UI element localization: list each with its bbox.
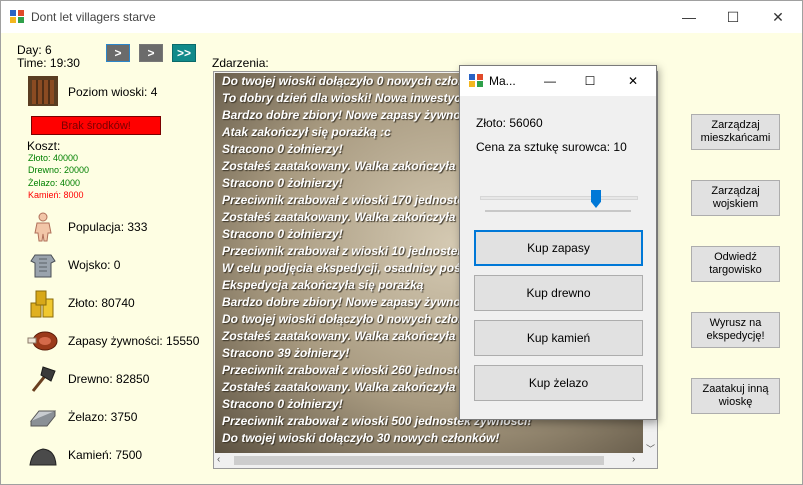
event-line: Ekspedycja zakończyła się porażką (222, 278, 424, 292)
events-label: Zdarzenia: (212, 56, 269, 70)
market-title-bar[interactable]: Ma... — ☐ ✕ (460, 66, 656, 96)
event-line: Stracono 0 żołnierzy! (222, 227, 343, 241)
buy-food-button[interactable]: Kup zapasy (474, 230, 643, 266)
buy-iron-button[interactable]: Kup żelazo (474, 365, 643, 401)
market-dialog[interactable]: Ma... — ☐ ✕ Złoto: 56060 Cena za sztukę … (459, 65, 657, 420)
iron-ingot-icon (29, 410, 57, 427)
app-icon (10, 10, 24, 23)
skip-day-button[interactable]: >> (172, 44, 196, 62)
event-line: Przeciwnik zrabował z wioski 10 jednoste… (222, 244, 465, 258)
cost-wood: Drewno: 20000 (28, 165, 90, 175)
stone-label: Kamień: 7500 (68, 448, 143, 462)
event-line: Do twojej wioski dołączyło 0 nowych czło… (222, 74, 493, 88)
event-line: Zostałeś zaatakowany. Walka zakończyła s… (222, 159, 476, 173)
title-bar[interactable]: Dont let villagers starve — ☐ ✕ (1, 1, 802, 33)
scroll-left-arrow-icon[interactable]: ‹ (217, 454, 220, 465)
day-label: Day: 6 (17, 43, 52, 57)
event-line: Atak zakończył się porażką :c (222, 125, 391, 139)
stone-icon (29, 448, 57, 466)
event-line: To dobry dzień dla wioski! Nowa inwestyc… (222, 91, 475, 105)
close-button[interactable]: ✕ (755, 1, 801, 33)
manage-army-button[interactable]: Zarządzaj wojskiem (691, 180, 780, 216)
buy-wood-button[interactable]: Kup drewno (474, 275, 643, 311)
market-close-button[interactable]: ✕ (613, 66, 653, 96)
cost-stone: Kamień: 8000 (28, 190, 84, 200)
slider-track (480, 196, 638, 200)
fast-step-button[interactable]: > (139, 44, 163, 62)
upgrade-village-button[interactable]: Brak środków! (31, 116, 161, 135)
army-label: Wojsko: 0 (68, 258, 121, 272)
window-title: Dont let villagers starve (31, 10, 156, 24)
iron-label: Żelazo: 3750 (68, 410, 138, 424)
manage-residents-button[interactable]: Zarządzaj mieszkańcami (691, 114, 780, 150)
food-label: Zapasy żywności: 15550 (68, 334, 200, 348)
scroll-right-arrow-icon[interactable]: › (632, 454, 635, 465)
axe-icon (31, 366, 56, 392)
scroll-down-arrow-icon[interactable]: ﹀ (646, 442, 655, 455)
app-icon (469, 74, 483, 87)
event-line: Bardzo dobre zbiory! Nowe zapasy żywnośc… (222, 295, 482, 309)
gold-label: Złoto: 80740 (68, 296, 135, 310)
attack-village-button[interactable]: Zaatakuj inną wioskę (691, 378, 780, 414)
event-line: Zostałeś zaatakowany. Walka zakończyła s… (222, 329, 476, 343)
market-gold-label: Złoto: 56060 (476, 116, 543, 130)
scroll-thumb[interactable] (234, 456, 604, 465)
event-line: Stracono 0 żołnierzy! (222, 142, 343, 156)
village-gate-icon (28, 76, 58, 106)
market-title: Ma... (489, 74, 516, 88)
wood-label: Drewno: 82850 (68, 372, 150, 386)
event-line: Zostałeś zaatakowany. Walka zakończyła s… (222, 210, 476, 224)
minimize-button[interactable]: — (666, 1, 712, 33)
event-line: Zostałeś zaatakowany. Walka zakończyła s… (222, 380, 476, 394)
meat-icon (27, 331, 58, 351)
event-line: Przeciwnik zrabował z wioski 170 jednost… (222, 193, 471, 207)
armor-icon (30, 254, 56, 278)
event-line: W celu podjęcia ekspedycji, osadnicy poś… (222, 261, 471, 275)
event-line: Do twojej wioski dołączyło 0 nowych czło… (222, 312, 466, 326)
main-window: Dont let villagers starve — ☐ ✕ Day: 6 T… (0, 0, 803, 485)
market-minimize-button[interactable]: — (530, 66, 570, 96)
expedition-button[interactable]: Wyrusz na ekspedycję! (691, 312, 780, 348)
event-line: Stracono 39 żołnierzy! (222, 346, 350, 360)
cost-title: Koszt: (27, 139, 61, 153)
event-line: Stracono 0 żołnierzy! (222, 176, 343, 190)
visit-market-button[interactable]: Odwiedź targowisko (691, 246, 780, 282)
event-line: Przeciwnik zrabował z wioski 260 jednost… (222, 363, 471, 377)
event-line: Stracono 0 żołnierzy! (222, 397, 343, 411)
next-step-button[interactable]: > (106, 44, 130, 62)
buy-stone-button[interactable]: Kup kamień (474, 320, 643, 356)
slider-ticks (485, 210, 631, 212)
population-label: Populacja: 333 (68, 220, 148, 234)
village-level-label: Poziom wioski: 4 (68, 85, 158, 99)
slider-thumb[interactable] (591, 190, 601, 208)
cost-gold: Złoto: 40000 (28, 153, 79, 163)
events-horizontal-scrollbar[interactable]: ‹ › (214, 453, 645, 468)
maximize-button[interactable]: ☐ (710, 1, 756, 33)
population-icon (34, 212, 52, 242)
market-maximize-button[interactable]: ☐ (570, 66, 610, 96)
cost-iron: Żelazo: 4000 (28, 178, 81, 188)
event-line: Bardzo dobre zbiory! Nowe zapasy żywnośc… (222, 108, 482, 122)
event-line: Do twojej wioski dołączyło 30 nowych czł… (222, 431, 500, 445)
time-label: Time: 19:30 (17, 56, 80, 70)
amount-slider[interactable] (480, 190, 638, 212)
market-price-label: Cena za sztukę surowca: 10 (476, 140, 627, 154)
gold-icon (30, 290, 54, 318)
